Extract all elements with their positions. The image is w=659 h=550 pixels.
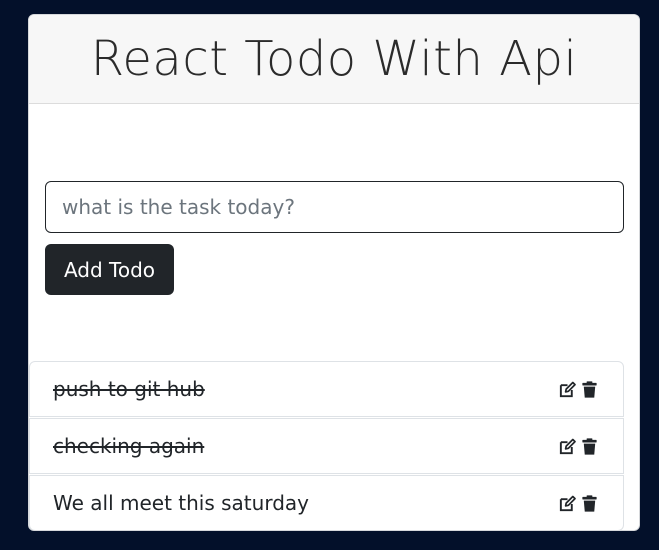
todo-text[interactable]: We all meet this saturday <box>53 491 309 515</box>
todo-item: checking again <box>29 418 624 474</box>
todo-card: React Todo With Api Add Todo push to git… <box>28 14 640 531</box>
todo-item: push to git hub <box>29 361 624 417</box>
card-header: React Todo With Api <box>29 15 639 104</box>
trash-icon[interactable] <box>580 494 599 513</box>
todo-text[interactable]: checking again <box>53 434 204 458</box>
todo-actions <box>558 380 599 399</box>
edit-icon[interactable] <box>558 437 577 456</box>
todo-actions <box>558 437 599 456</box>
todo-actions <box>558 494 599 513</box>
edit-icon[interactable] <box>558 380 577 399</box>
edit-icon[interactable] <box>558 494 577 513</box>
todo-list: push to git hub checking again We all me… <box>29 361 624 530</box>
todo-item: We all meet this saturday <box>29 475 624 530</box>
trash-icon[interactable] <box>580 380 599 399</box>
page-title: React Todo With Api <box>90 31 578 87</box>
trash-icon[interactable] <box>580 437 599 456</box>
task-input[interactable] <box>45 181 624 233</box>
todo-text[interactable]: push to git hub <box>53 377 205 401</box>
add-todo-button[interactable]: Add Todo <box>45 244 174 295</box>
